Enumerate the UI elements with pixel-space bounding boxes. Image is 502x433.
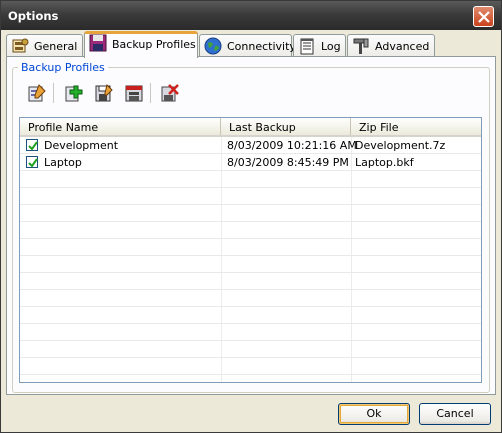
close-button[interactable]	[473, 6, 494, 27]
zip-file-cell: Laptop.bkf	[355, 156, 414, 169]
tab-backup-profiles-label: Backup Profiles	[112, 38, 196, 51]
notepad-icon	[300, 38, 314, 55]
save-edit-icon	[95, 84, 113, 102]
empty-row	[20, 358, 481, 375]
profile-name-cell: Laptop	[44, 156, 82, 169]
table-row[interactable]: Development 8/03/2009 10:21:16 AM Develo…	[20, 137, 481, 154]
empty-row	[20, 188, 481, 205]
tab-panel: Backup Profiles Profile Name Last Backup…	[6, 56, 496, 395]
ok-button[interactable]: Ok	[338, 403, 410, 425]
last-backup-cell: 8/03/2009 10:21:16 AM	[227, 139, 357, 152]
empty-row	[20, 290, 481, 307]
save-red-icon	[125, 85, 143, 102]
column-header-last-backup[interactable]: Last Backup	[221, 118, 351, 135]
profile-checkbox[interactable]	[26, 139, 38, 151]
tab-general[interactable]: General	[6, 34, 83, 57]
general-settings-icon	[12, 38, 29, 53]
profile-name-cell: Development	[44, 139, 119, 152]
globe-icon	[204, 37, 222, 55]
add-plus-icon	[65, 85, 83, 102]
profile-checkbox[interactable]	[26, 156, 38, 168]
empty-row	[20, 273, 481, 290]
last-backup-cell: 8/03/2009 8:45:49 PM	[227, 156, 349, 169]
empty-row	[20, 222, 481, 239]
delete-x-icon	[161, 84, 179, 102]
tab-advanced-label: Advanced	[375, 40, 430, 53]
toolbar-separator	[150, 83, 151, 103]
profiles-list[interactable]: Profile Name Last Backup Zip File Develo…	[19, 117, 482, 383]
tab-connectivity[interactable]: Connectivity	[199, 34, 296, 57]
tab-backup-profiles[interactable]: Backup Profiles	[84, 31, 198, 58]
options-dialog: Options General Backup Profiles Connecti…	[0, 0, 502, 433]
toolbar	[20, 81, 220, 107]
checkmark-icon	[28, 141, 38, 151]
edit-profile-button[interactable]	[25, 81, 49, 105]
pencil-edit-icon	[28, 84, 46, 102]
list-body: Development 8/03/2009 10:21:16 AM Develo…	[20, 137, 481, 375]
add-profile-button[interactable]	[62, 81, 86, 105]
tab-advanced[interactable]: Advanced	[347, 34, 435, 57]
column-header-zip-file[interactable]: Zip File	[351, 118, 481, 135]
empty-row	[20, 256, 481, 273]
toolbar-separator	[53, 83, 54, 103]
empty-row	[20, 324, 481, 341]
modify-profile-button[interactable]	[92, 81, 116, 105]
tools-icon	[353, 38, 369, 54]
empty-row	[20, 307, 481, 324]
table-row[interactable]: Laptop 8/03/2009 8:45:49 PM Laptop.bkf	[20, 154, 481, 171]
column-header-profile-name[interactable]: Profile Name	[20, 118, 221, 135]
floppy-disk-icon	[89, 34, 107, 52]
close-icon	[478, 11, 490, 23]
empty-row	[20, 341, 481, 358]
window-title: Options	[8, 9, 59, 23]
delete-profile-button[interactable]	[158, 81, 182, 105]
checkmark-icon	[28, 158, 38, 168]
empty-row	[20, 239, 481, 256]
empty-row	[20, 171, 481, 188]
group-label: Backup Profiles	[18, 61, 108, 74]
tab-log[interactable]: Log	[293, 34, 346, 57]
cancel-button[interactable]: Cancel	[419, 403, 491, 425]
backup-profile-button[interactable]	[122, 81, 146, 105]
tab-log-label: Log	[321, 40, 341, 53]
title-bar[interactable]: Options	[1, 1, 501, 30]
list-header: Profile Name Last Backup Zip File	[20, 118, 481, 137]
empty-row	[20, 205, 481, 222]
tab-connectivity-label: Connectivity	[227, 40, 296, 53]
zip-file-cell: Development.7z	[355, 139, 446, 152]
tab-general-label: General	[34, 40, 78, 53]
